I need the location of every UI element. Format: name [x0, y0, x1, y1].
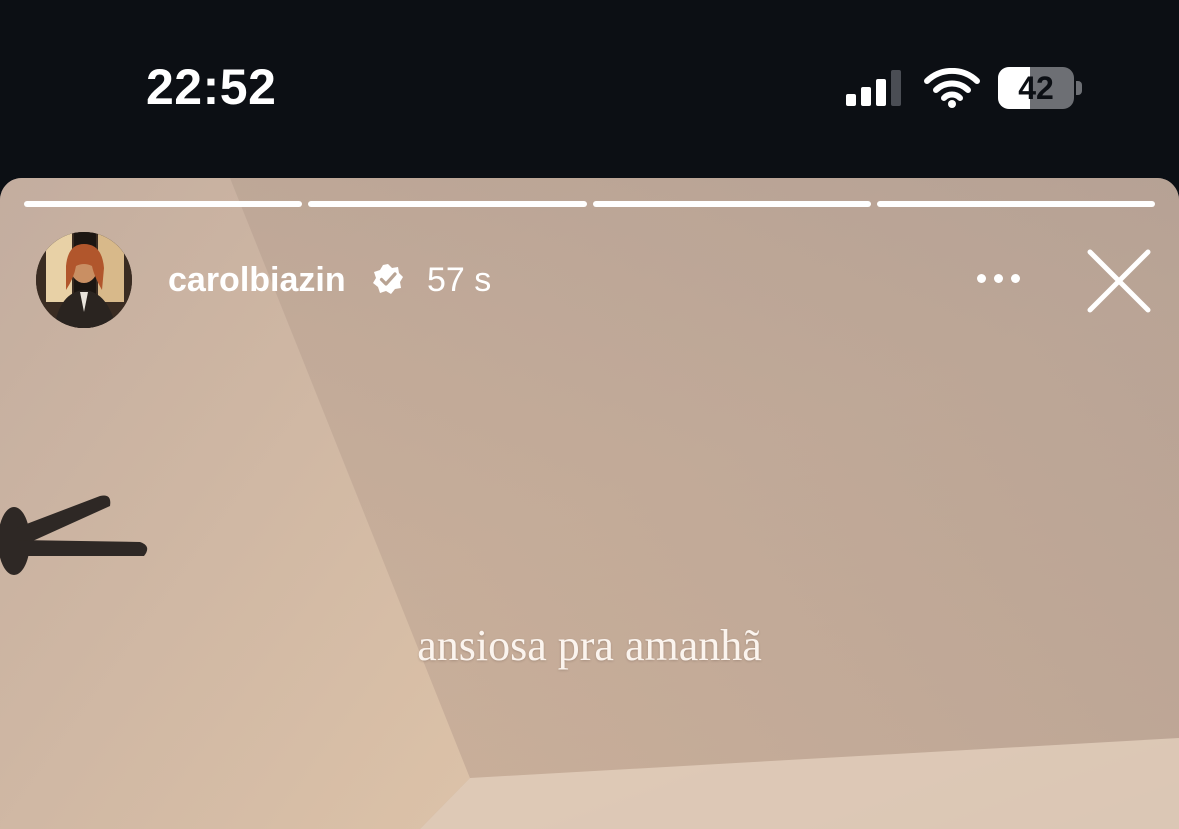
cellular-signal-icon — [846, 70, 904, 106]
story-caption: ansiosa pra amanhã — [417, 621, 762, 670]
story-progress-segment — [24, 201, 303, 207]
wifi-icon — [924, 68, 980, 108]
status-bar: 22:52 42 — [0, 0, 1179, 178]
battery-level: 42 — [1018, 70, 1054, 106]
story-progress-bar — [24, 201, 1155, 207]
more-options-icon[interactable] — [966, 258, 1030, 298]
story-timestamp: 57 s — [427, 261, 492, 299]
story-viewer[interactable]: carolbiazin 57 s ansiosa pra amanhã — [0, 178, 1179, 829]
story-progress-segment — [308, 201, 587, 207]
close-icon[interactable] — [1084, 246, 1154, 316]
battery-icon: 42 — [998, 67, 1084, 109]
avatar[interactable] — [36, 232, 132, 328]
status-time: 22:52 — [146, 59, 277, 115]
verified-badge-icon — [373, 264, 403, 294]
story-progress-segment — [876, 201, 1155, 207]
story-username[interactable]: carolbiazin — [168, 261, 346, 300]
story-progress-segment — [592, 201, 871, 207]
